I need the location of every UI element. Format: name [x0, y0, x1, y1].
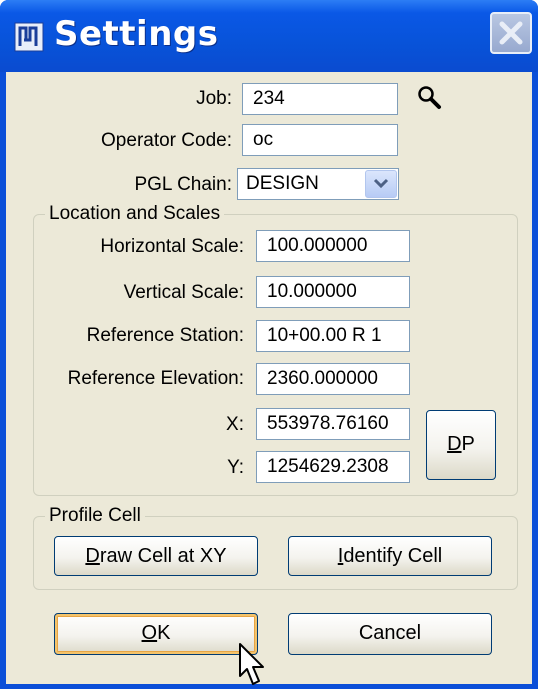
reference-elevation-label: Reference Elevation:	[67, 368, 244, 389]
pgl-chain-value: DESIGN	[246, 173, 319, 194]
operator-code-field[interactable]: oc	[242, 124, 398, 156]
identify-cell-button[interactable]: Identify Cell	[288, 536, 492, 576]
close-button[interactable]	[490, 12, 532, 54]
title-bar[interactable]: Settings	[0, 0, 538, 72]
y-label: Y:	[227, 457, 244, 478]
y-field[interactable]: 1254629.2308	[256, 451, 410, 483]
magnifier-icon[interactable]	[416, 84, 444, 112]
x-field[interactable]: 553978.76160	[256, 408, 410, 440]
draw-cell-mnemonic: D	[85, 545, 100, 567]
draw-cell-label-rest: raw Cell at XY	[99, 545, 227, 567]
identify-cell-label-rest: dentify Cell	[343, 545, 443, 567]
mouse-pointer-icon	[239, 643, 264, 685]
chevron-down-icon	[373, 178, 389, 189]
dp-button[interactable]: DP	[426, 410, 496, 480]
job-field[interactable]: 234	[242, 83, 398, 115]
horizontal-scale-field[interactable]: 100.000000	[256, 230, 410, 262]
ok-label-rest: K	[157, 622, 171, 644]
app-icon	[14, 22, 44, 52]
ok-mnemonic: O	[141, 622, 158, 644]
dp-mnemonic: D	[447, 433, 462, 455]
close-icon	[499, 21, 523, 45]
vertical-scale-field[interactable]: 10.000000	[256, 276, 410, 308]
dp-label-rest: P	[461, 433, 475, 455]
reference-station-label: Reference Station:	[86, 325, 244, 346]
horizontal-scale-label: Horizontal Scale:	[100, 236, 244, 257]
x-label: X:	[226, 414, 244, 435]
ok-button[interactable]: OK	[54, 613, 258, 655]
dropdown-button[interactable]	[365, 170, 397, 198]
reference-elevation-field[interactable]: 2360.000000	[256, 363, 410, 395]
operator-code-label: Operator Code:	[101, 130, 232, 151]
pgl-chain-dropdown[interactable]: DESIGN	[237, 168, 399, 200]
profile-cell-legend: Profile Cell	[45, 505, 145, 527]
window-title: Settings	[54, 14, 219, 54]
cancel-button[interactable]: Cancel	[288, 613, 492, 655]
vertical-scale-label: Vertical Scale:	[123, 282, 244, 303]
draw-cell-button[interactable]: Draw Cell at XY	[54, 536, 258, 576]
pgl-chain-label: PGL Chain:	[134, 174, 232, 195]
location-scales-legend: Location and Scales	[45, 203, 225, 225]
reference-station-field[interactable]: 10+00.00 R 1	[256, 320, 410, 352]
job-label: Job:	[196, 88, 232, 109]
